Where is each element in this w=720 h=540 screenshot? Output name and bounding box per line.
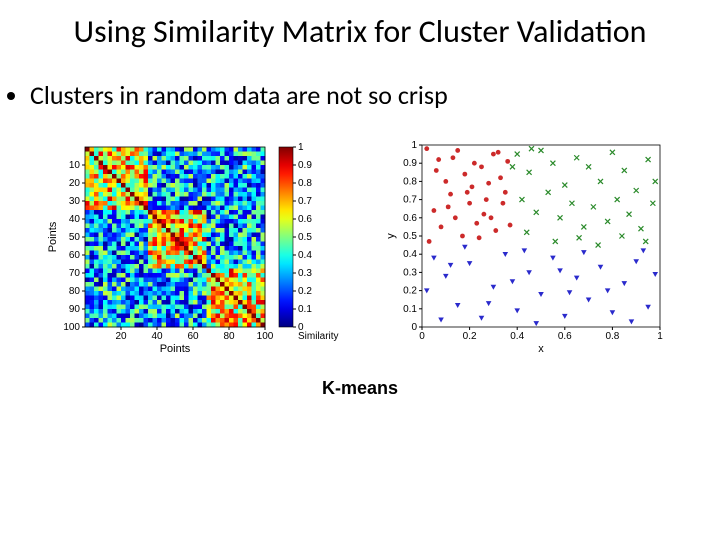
svg-text:40: 40 [151,331,163,342]
svg-text:0.5: 0.5 [403,231,417,242]
similarity-heatmap-panel: 10 20 30 40 50 60 70 80 90 100 20 40 60 80 100 Points Po… [40,137,350,362]
svg-text:0: 0 [419,331,425,342]
svg-text:0.5: 0.5 [298,232,312,243]
chart-row: 10203040506070809010020406080100PointsPo… [0,137,720,362]
svg-text:0.6: 0.6 [403,213,417,224]
svg-text:0.6: 0.6 [298,214,312,225]
svg-text:60: 60 [187,331,199,342]
svg-text:0.2: 0.2 [463,331,477,342]
svg-text:40: 40 [69,214,81,225]
svg-text:0.1: 0.1 [298,304,312,315]
svg-text:0.3: 0.3 [403,268,417,279]
svg-text:30: 30 [69,196,81,207]
svg-text:0.2: 0.2 [403,286,417,297]
svg-text:0.3: 0.3 [298,268,312,279]
slide-title: Using Similarity Matrix for Cluster Vali… [0,0,720,49]
cluster-scatter: 0 0.2 0.4 0.6 0.8 1 0 0.1 0.2 0.3 0.4 0.5 0.6 0.7 0.8 0… [380,137,680,357]
svg-text:0: 0 [411,322,417,333]
bullet-list: Clusters in random data are not so crisp [0,75,720,111]
figure-caption: K-means [0,362,720,399]
svg-text:0.9: 0.9 [403,158,417,169]
bullet-item: Clusters in random data are not so crisp [30,79,690,111]
svg-text:0.1: 0.1 [403,304,417,315]
svg-text:80: 80 [223,331,235,342]
svg-text:100: 100 [63,322,80,333]
svg-text:Points: Points [47,221,59,252]
svg-text:0.4: 0.4 [298,250,312,261]
svg-text:1: 1 [657,331,663,342]
svg-text:0.6: 0.6 [558,331,572,342]
similarity-heatmap: 10 20 30 40 50 60 70 80 90 100 20 40 60 80 100 Points Po… [40,137,350,357]
svg-text:0.9: 0.9 [298,160,312,171]
svg-text:60: 60 [69,250,81,261]
svg-text:Points: Points [160,343,191,355]
svg-text:10: 10 [69,160,81,171]
svg-text:80: 80 [69,286,81,297]
svg-text:Similarity: Similarity [298,331,339,342]
svg-text:0.4: 0.4 [510,331,524,342]
svg-text:y: y [385,233,397,239]
svg-text:0.2: 0.2 [298,286,312,297]
svg-text:100: 100 [257,331,274,342]
svg-text:0.8: 0.8 [605,331,619,342]
svg-text:0.4: 0.4 [403,249,417,260]
svg-text:0.7: 0.7 [403,195,417,206]
svg-text:50: 50 [69,232,81,243]
svg-text:1: 1 [298,142,304,153]
svg-text:20: 20 [115,331,127,342]
svg-text:70: 70 [69,268,81,279]
svg-text:1: 1 [411,140,417,151]
scatter-panel: 0 0.2 0.4 0.6 0.8 1 0 0.1 0.2 0.3 0.4 0.5 0.6 0.7 0.8 0… [380,137,680,362]
svg-text:0.8: 0.8 [298,178,312,189]
svg-text:0.8: 0.8 [403,177,417,188]
svg-text:0.7: 0.7 [298,196,312,207]
svg-text:90: 90 [69,304,81,315]
svg-text:20: 20 [69,178,81,189]
svg-text:x: x [538,343,544,355]
